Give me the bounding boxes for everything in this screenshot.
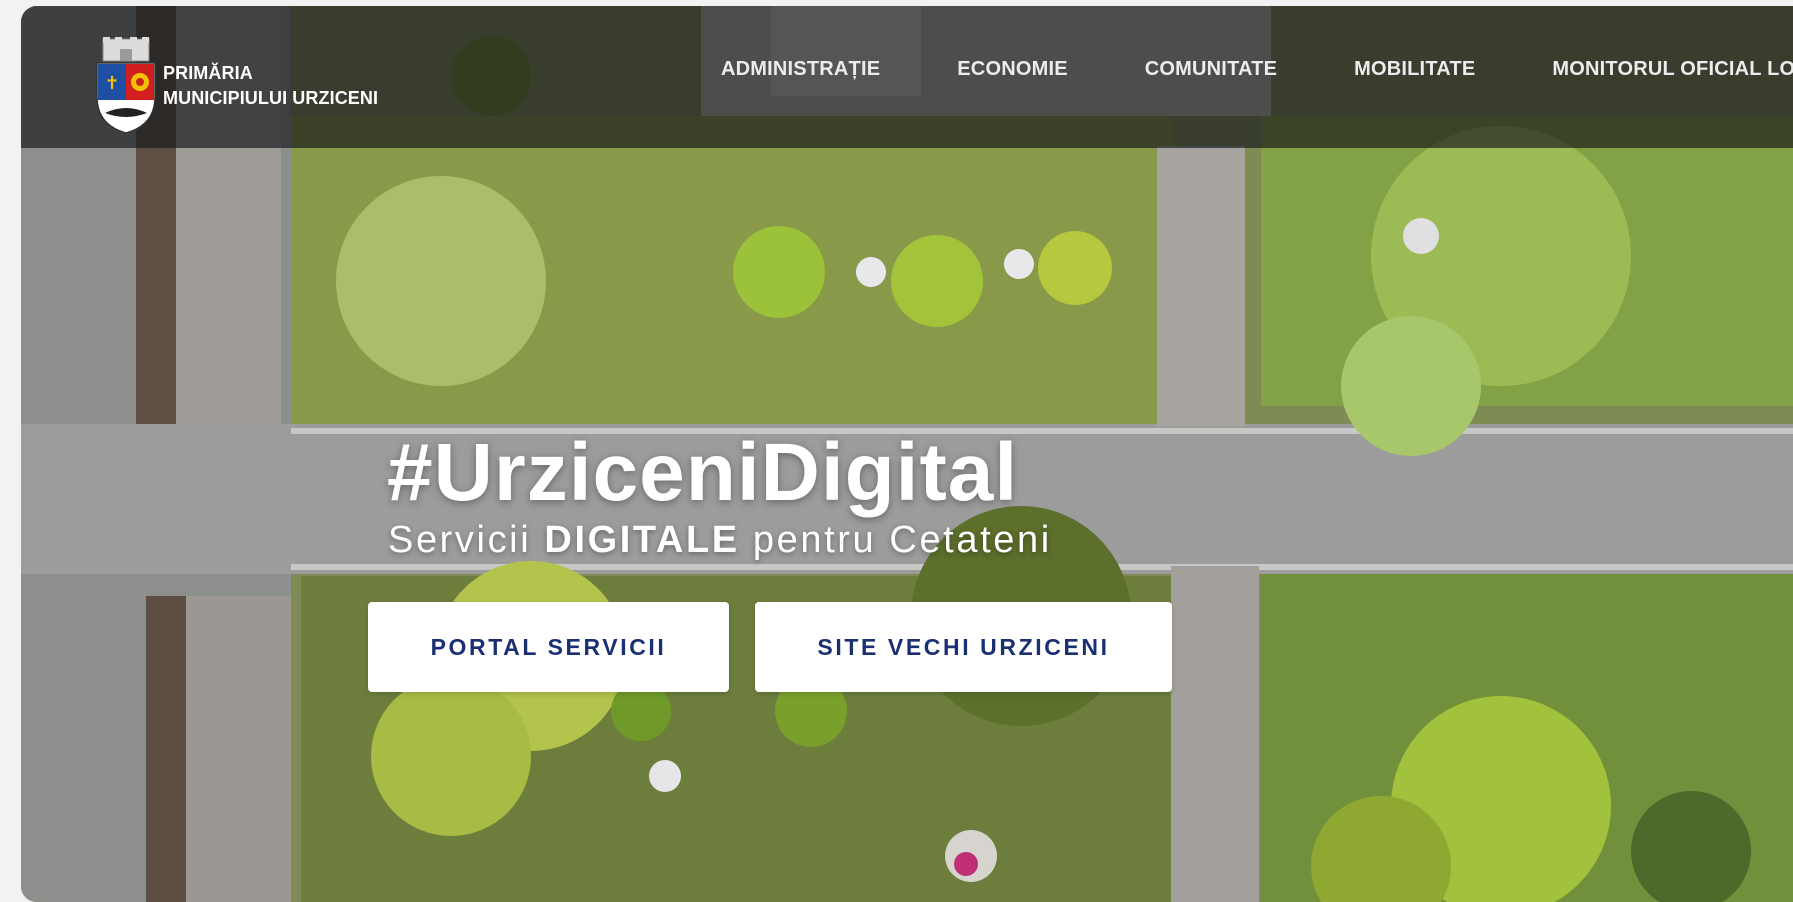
nav-item-mobilitate[interactable]: MOBILITATE <box>1354 58 1475 81</box>
nav-item-economie[interactable]: ECONOMIE <box>957 58 1068 81</box>
nav-item-administratie[interactable]: ADMINISTRAȚIE <box>721 58 880 81</box>
portal-servicii-button[interactable]: PORTAL SERVICII <box>368 602 729 692</box>
page-frame: ✝ PRIMĂRIA MUNICIPIULUI URZICENI ADMINIS… <box>21 6 1793 902</box>
brand-logo-link[interactable]: ✝ PRIMĂRIA MUNICIPIULUI URZICENI <box>95 36 378 136</box>
nav-item-comunitate[interactable]: COMUNITATE <box>1145 58 1277 81</box>
hero-title: #UrziceniDigital <box>387 427 1019 518</box>
site-vechi-urziceni-button[interactable]: SITE VECHI URZICENI <box>755 602 1172 692</box>
main-nav: ADMINISTRAȚIE ECONOMIE COMUNITATE MOBILI… <box>721 58 1793 81</box>
hero-subtitle-suffix: pentru Cetateni <box>739 519 1052 561</box>
hero-subtitle: Servicii DIGITALE pentru Cetateni <box>388 519 1052 562</box>
brand-name-line1: PRIMĂRIA <box>163 63 253 83</box>
nav-item-monitorul-oficial-local[interactable]: MONITORUL OFICIAL LOCAL <box>1552 58 1793 81</box>
coat-of-arms-icon: ✝ <box>96 37 156 134</box>
brand-name-line2: MUNICIPIULUI URZICENI <box>163 88 379 108</box>
hero-subtitle-emphasis: DIGITALE <box>544 519 740 561</box>
top-navbar: ✝ PRIMĂRIA MUNICIPIULUI URZICENI ADMINIS… <box>21 6 1793 148</box>
hero-subtitle-prefix: Servicii <box>388 519 545 561</box>
svg-text:✝: ✝ <box>104 73 119 94</box>
